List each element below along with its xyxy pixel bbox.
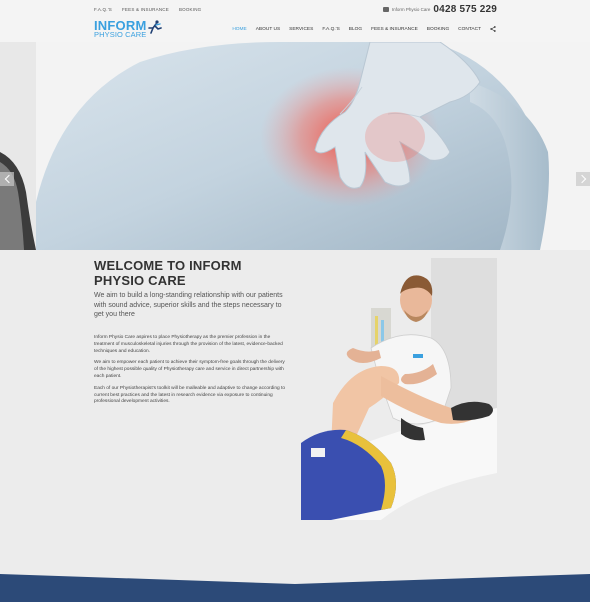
phone-icon — [382, 7, 389, 12]
logo[interactable]: INFORM PHYSIO CARE — [94, 19, 164, 39]
welcome-title: WELCOME TO INFORM PHYSIO CARE — [94, 258, 242, 288]
nav-item-booking[interactable]: BOOKING — [427, 27, 449, 32]
top-links: F.A.Q.'S FEES & INSURANCE BOOKING — [94, 7, 201, 12]
nav-item-home[interactable]: HOME — [232, 27, 246, 32]
footer-band — [0, 574, 590, 602]
slider-prev-button[interactable] — [0, 172, 14, 186]
welcome-paragraph-1: Inform Physio Care aspires to place Phys… — [94, 335, 283, 354]
header: F.A.Q.'S FEES & INSURANCE BOOKING Inform… — [0, 0, 590, 42]
phone-contact[interactable]: Inform Physio Care 0428 575 229 — [382, 4, 497, 15]
welcome-paragraph-3: Each of our Physiotherapist's toolkit wi… — [94, 385, 286, 405]
nav-item-about-us[interactable]: ABOUT US — [256, 27, 280, 32]
phone-label: Inform Physio Care — [391, 7, 431, 12]
top-link-booking[interactable]: BOOKING — [179, 7, 201, 12]
welcome-body: Inform Physio Care aspires to place Phys… — [94, 335, 290, 411]
main-nav: HOME ABOUT US SERVICES F.A.Q.'S BLOG FEE… — [232, 26, 496, 32]
top-link-faqs[interactable]: F.A.Q.'S — [94, 7, 112, 12]
slider-next-button[interactable] — [576, 172, 590, 186]
welcome-intro: We aim to build a long-standing relation… — [94, 292, 283, 318]
nav-item-blog[interactable]: BLOG — [349, 27, 362, 32]
physio-treatment-photo — [301, 258, 497, 520]
top-link-fees-insurance[interactable]: FEES & INSURANCE — [122, 7, 169, 12]
nav-item-services[interactable]: SERVICES — [289, 27, 313, 32]
phone-number[interactable]: 0428 575 229 — [433, 4, 497, 15]
runner-logo-icon — [148, 20, 162, 34]
logo-text-physio-care: PHYSIO CARE — [94, 30, 147, 39]
share-icon[interactable] — [490, 26, 496, 32]
nav-item-contact[interactable]: CONTACT — [458, 27, 481, 32]
hero-slider — [0, 42, 590, 250]
welcome-paragraph-2: We aim to empower each patient to achiev… — [94, 360, 285, 379]
nav-item-faqs[interactable]: F.A.Q.'S — [322, 27, 339, 32]
hero-image — [0, 42, 590, 250]
physio-photo-illustration — [301, 258, 497, 520]
nav-item-fees-insurance[interactable]: FEES & INSURANCE — [371, 27, 418, 32]
